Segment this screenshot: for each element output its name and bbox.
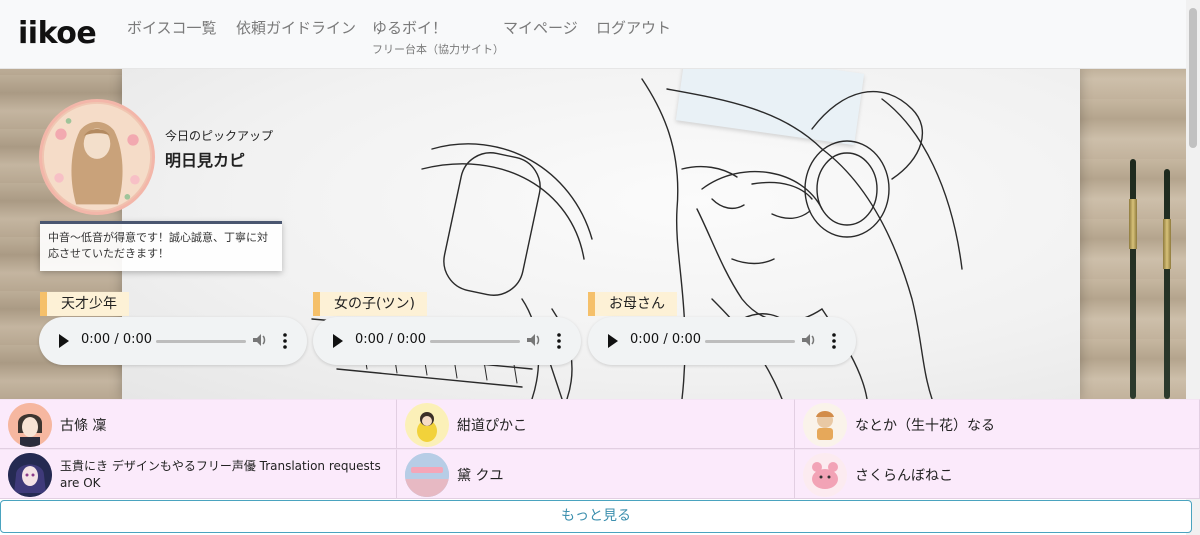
- voice-card[interactable]: 紺道ぴかこ: [397, 399, 795, 449]
- voice-card[interactable]: 黛 クユ: [397, 449, 795, 499]
- scrollbar-thumb[interactable]: [1189, 8, 1197, 148]
- nav-yuruboi[interactable]: ゆるボイ！ フリー台本（協力サイト）: [372, 17, 504, 57]
- nav-mypage-label: マイページ: [503, 19, 578, 37]
- sample-label-3: お母さん: [588, 292, 677, 316]
- show-more-button[interactable]: もっと見る: [0, 500, 1192, 533]
- nav-logout-label: ログアウト: [596, 19, 672, 37]
- pickup-description: 中音～低音が得意です！誠心誠意、丁寧に対応させていただきます！: [40, 221, 282, 271]
- navbar: iikoe ボイスコ一覧 依頼ガイドライン ゆるボイ！ フリー台本（協力サイト）…: [0, 0, 1200, 69]
- sample-label-1: 天才少年: [40, 292, 129, 316]
- audio-time-1: 0:00 / 0:00: [81, 332, 153, 347]
- nav-voice-list-label: ボイスコ一覧: [127, 19, 217, 37]
- voice-avatar: [405, 453, 449, 497]
- audio-player-2[interactable]: 0:00 / 0:00: [313, 317, 581, 365]
- more-options-icon[interactable]: [283, 332, 287, 350]
- play-icon[interactable]: [608, 334, 618, 348]
- brand-logo[interactable]: iikoe: [18, 16, 97, 51]
- voice-actor-grid: 古條 凜 紺道ぴかこ なとか（生十花）なる 玉貴にき デザインもやるフリー声優 …: [0, 399, 1200, 499]
- voice-name: 紺道ぴかこ: [457, 418, 527, 434]
- nav-yuruboi-label: ゆるボイ！: [372, 19, 448, 37]
- voice-name: 古條 凜: [60, 418, 107, 434]
- voice-avatar: [8, 403, 52, 447]
- voice-card[interactable]: 古條 凜: [0, 399, 397, 449]
- paintbrush-1: [1129, 159, 1137, 399]
- nav-guideline[interactable]: 依頼ガイドライン: [236, 17, 356, 38]
- voice-avatar: [803, 453, 847, 497]
- more-options-icon[interactable]: [832, 332, 836, 350]
- pickup-heading: 今日のピックアップ: [165, 129, 274, 143]
- volume-icon[interactable]: [525, 331, 543, 349]
- audio-time-3: 0:00 / 0:00: [630, 332, 702, 347]
- audio-progress-3[interactable]: [705, 340, 795, 343]
- voice-name: なとか（生十花）なる: [855, 418, 995, 434]
- voice-card[interactable]: なとか（生十花）なる: [795, 399, 1200, 449]
- nav-yuruboi-sub: フリー台本（協力サイト）: [372, 43, 504, 56]
- play-icon[interactable]: [333, 334, 343, 348]
- voice-name: 黛 クユ: [457, 468, 504, 484]
- voice-avatar: [405, 403, 449, 447]
- audio-progress-1[interactable]: [156, 340, 246, 343]
- pickup-avatar-illustration: [43, 103, 151, 211]
- voice-avatar: [803, 403, 847, 447]
- audio-player-1[interactable]: 0:00 / 0:00: [39, 317, 307, 365]
- more-options-icon[interactable]: [557, 332, 561, 350]
- pickup-hero: 今日のピックアップ 明日見カピ 中音～低音が得意です！誠心誠意、丁寧に対応させて…: [0, 69, 1186, 399]
- voice-card[interactable]: さくらんぼねこ: [795, 449, 1200, 499]
- nav-guideline-label: 依頼ガイドライン: [236, 19, 357, 37]
- nav-logout[interactable]: ログアウト: [596, 17, 671, 38]
- nav-voice-list[interactable]: ボイスコ一覧: [127, 17, 217, 38]
- volume-icon[interactable]: [251, 331, 269, 349]
- voice-avatar: [8, 453, 52, 497]
- nav-mypage[interactable]: マイページ: [503, 17, 578, 38]
- sample-label-2: 女の子(ツン): [313, 292, 427, 316]
- voice-name: さくらんぼねこ: [855, 468, 953, 484]
- pickup-name[interactable]: 明日見カピ: [165, 147, 245, 171]
- play-icon[interactable]: [59, 334, 69, 348]
- audio-progress-2[interactable]: [430, 340, 520, 343]
- voice-card[interactable]: 玉貴にき デザインもやるフリー声優 Translation requests a…: [0, 449, 397, 499]
- audio-time-2: 0:00 / 0:00: [355, 332, 427, 347]
- voice-name: 玉貴にき デザインもやるフリー声優 Translation requests a…: [60, 459, 381, 490]
- audio-player-3[interactable]: 0:00 / 0:00: [588, 317, 856, 365]
- pickup-avatar[interactable]: [39, 99, 155, 215]
- volume-icon[interactable]: [800, 331, 818, 349]
- paintbrush-2: [1163, 169, 1171, 399]
